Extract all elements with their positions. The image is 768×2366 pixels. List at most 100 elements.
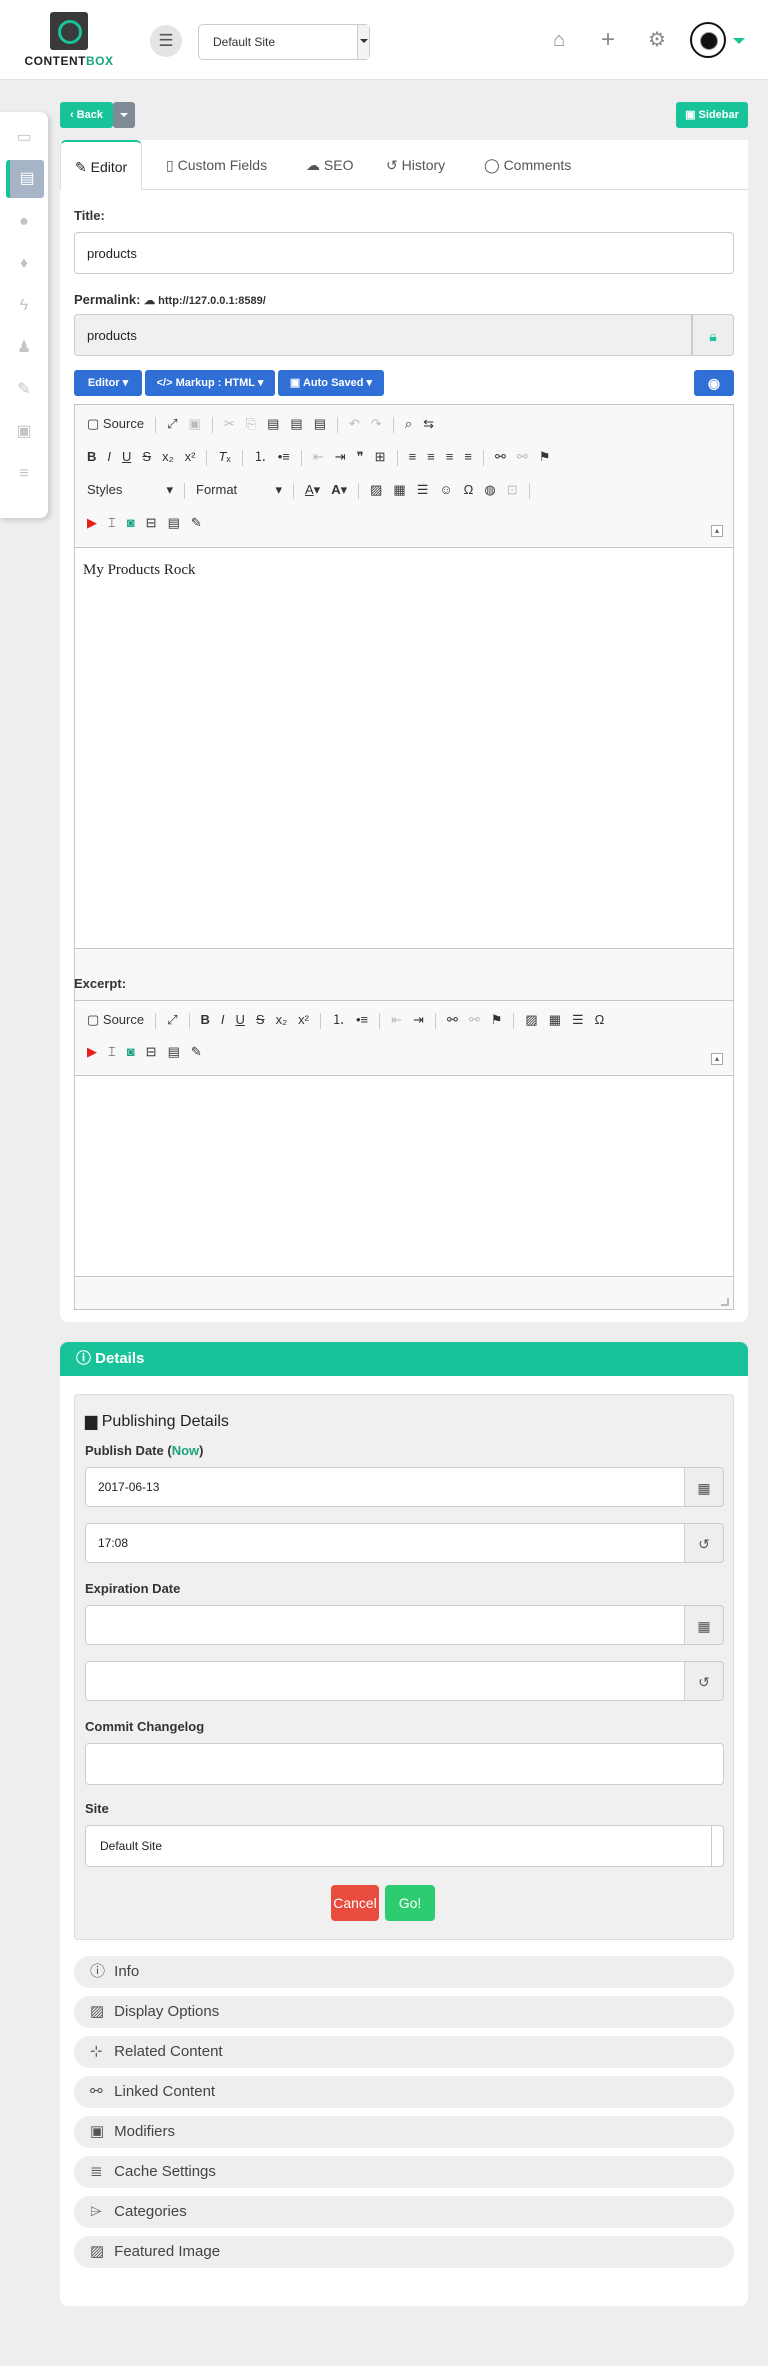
modules-icon[interactable]: ϟ [12, 294, 36, 318]
blockquote-icon[interactable]: ❞ [357, 446, 364, 468]
accordion-info[interactable]: ⓘ Info [74, 1956, 734, 1988]
now-link[interactable]: Now [172, 1443, 199, 1458]
tools-icon[interactable]: ✎ [12, 378, 36, 402]
numbered-list-icon[interactable]: ⒈ [254, 446, 267, 468]
tab-comments[interactable]: ◯ Comments [484, 140, 571, 190]
users-icon[interactable]: ♟ [12, 336, 36, 360]
expiration-date-input[interactable] [85, 1605, 685, 1645]
excerpt-italic-icon[interactable]: I [221, 1009, 225, 1031]
autosave-button[interactable]: ▣ Auto Saved ▾ [278, 370, 384, 396]
excerpt-resize-handle-icon[interactable] [721, 1298, 729, 1306]
hr-icon[interactable]: ☰ [417, 479, 429, 501]
permalink-input[interactable] [74, 314, 692, 356]
excerpt-textbox-icon[interactable]: ⌶ [108, 1041, 116, 1063]
tab-custom-fields[interactable]: ▯ Custom Fields [166, 140, 267, 190]
bullet-list-icon[interactable]: •≡ [278, 446, 290, 468]
justify-icon[interactable]: ≡ [464, 446, 472, 468]
excerpt-bold-icon[interactable]: B [201, 1009, 210, 1031]
contentbox-logo[interactable]: CONTENTBOX [24, 12, 114, 68]
superscript-icon[interactable]: x² [185, 446, 196, 468]
accordion-modifiers[interactable]: ▣ Modifiers [74, 2116, 734, 2148]
paste-text-icon[interactable]: ▤ [290, 413, 302, 435]
align-right-icon[interactable]: ≡ [446, 446, 454, 468]
div-icon[interactable]: ⊞ [375, 446, 386, 468]
bold-icon[interactable]: B [87, 446, 96, 468]
page-icon[interactable]: ▤ [168, 512, 180, 534]
excerpt-numbered-list-icon[interactable]: ⒈ [332, 1009, 345, 1031]
accordion-related-content[interactable]: ⊹ Related Content [74, 2036, 734, 2068]
toolbar-collapse-icon[interactable]: ▴ [711, 525, 723, 537]
strike-icon[interactable]: S [142, 446, 151, 468]
go-button[interactable]: Go! [385, 1885, 435, 1921]
placeholder-icon[interactable]: ⊡ [507, 479, 518, 501]
accordion-categories[interactable]: ⌲ Categories [74, 2196, 734, 2228]
excerpt-page-icon[interactable]: ▤ [168, 1041, 180, 1063]
preview-eye-button[interactable]: ◉ [694, 370, 734, 396]
iframe-icon[interactable]: ◍ [484, 479, 495, 501]
anchor-flag-icon[interactable]: ⚑ [539, 446, 551, 468]
tab-history[interactable]: ↺ History [386, 140, 445, 190]
caret-down-icon[interactable] [733, 38, 745, 50]
copy-icon[interactable]: ⎘ [246, 413, 256, 435]
table-icon[interactable]: ▦ [393, 479, 405, 501]
italic-icon[interactable]: I [107, 446, 111, 468]
excerpt-link-icon[interactable]: ⚯ [447, 1009, 458, 1031]
clock-icon[interactable]: ↺ [684, 1523, 724, 1563]
excerpt-brush-icon[interactable]: ✎ [191, 1041, 202, 1063]
brush-icon[interactable]: ✎ [191, 512, 202, 534]
textbox-icon[interactable]: ⌶ [108, 512, 116, 534]
markup-select-button[interactable]: </> Markup : HTML ▾ [145, 370, 275, 396]
accordion-featured-image[interactable]: ▨ Featured Image [74, 2236, 734, 2268]
subscript-icon[interactable]: x₂ [162, 446, 174, 468]
back-dropdown-button[interactable] [113, 102, 135, 128]
expiration-time-input[interactable] [85, 1661, 685, 1701]
details-header[interactable]: ⓘ Details [60, 1342, 748, 1376]
excerpt-image-icon[interactable]: ▨ [525, 1009, 537, 1031]
menu-toggle-button[interactable]: ☰ [150, 25, 182, 57]
excerpt-indent-icon[interactable]: ⇥ [413, 1009, 424, 1031]
excerpt-widget-icon[interactable]: ◙ [127, 1041, 135, 1063]
undo-icon[interactable]: ↶ [349, 413, 360, 435]
image-icon[interactable]: ▨ [370, 479, 382, 501]
calendar-icon[interactable]: ▦ [684, 1467, 724, 1507]
excerpt-strike-icon[interactable]: S [256, 1009, 265, 1031]
accordion-display-options[interactable]: ▨ Display Options [74, 1996, 734, 2028]
lock-icon[interactable]: 🔒︎ [692, 314, 734, 356]
excerpt-maximize-icon[interactable]: ⤢ [167, 1009, 177, 1031]
changelog-input[interactable] [85, 1743, 724, 1785]
source-button[interactable]: ▢ Source [87, 413, 144, 435]
format-dropdown[interactable]: Format ▾ [196, 479, 282, 501]
sidebar-toggle-button[interactable]: ▣ Sidebar [676, 102, 748, 128]
back-button[interactable]: ‹ Back [60, 102, 113, 128]
expiration-clock-icon[interactable]: ↺ [684, 1661, 724, 1701]
plus-icon[interactable]: + [601, 28, 615, 52]
smiley-icon[interactable]: ☺ [439, 479, 452, 501]
align-left-icon[interactable]: ≡ [409, 446, 417, 468]
accordion-linked-content[interactable]: ⚯ Linked Content [74, 2076, 734, 2108]
gear-icon[interactable]: ⚙ [648, 28, 666, 52]
excerpt-youtube-icon[interactable]: ▶ [87, 1041, 97, 1063]
site-select[interactable]: Default Site [85, 1825, 724, 1867]
system-icon[interactable]: ▣ [12, 420, 36, 444]
publish-date-input[interactable] [85, 1467, 685, 1507]
excerpt-bullet-list-icon[interactable]: •≡ [356, 1009, 368, 1031]
cut-icon[interactable]: ✂ [224, 413, 235, 435]
special-char-icon[interactable]: Ω [464, 479, 474, 501]
dashboard-icon[interactable]: ▭ [12, 126, 36, 150]
unlink-icon[interactable]: ⚯ [517, 446, 528, 468]
tab-editor[interactable]: ✎ Editor [60, 140, 143, 190]
sort-icon[interactable]: ≡ [12, 462, 36, 486]
preview-icon[interactable]: ▣ [189, 413, 201, 435]
excerpt-source-button[interactable]: ▢ Source [87, 1009, 144, 1031]
cancel-button[interactable]: Cancel [331, 1885, 379, 1921]
accordion-cache-settings[interactable]: ≣ Cache Settings [74, 2156, 734, 2188]
outdent-icon[interactable]: ⇤ [313, 446, 324, 468]
paste-word-icon[interactable]: ▤ [314, 413, 326, 435]
find-icon[interactable]: ⌕ [405, 413, 412, 435]
contentbox-widget-icon[interactable]: ◙ [127, 512, 135, 534]
theme-icon[interactable]: ♦ [12, 252, 36, 276]
excerpt-superscript-icon[interactable]: x² [298, 1009, 309, 1031]
publish-time-input[interactable] [85, 1523, 685, 1563]
link-icon[interactable]: ⚯ [495, 446, 506, 468]
excerpt-subscript-icon[interactable]: x₂ [276, 1009, 288, 1031]
